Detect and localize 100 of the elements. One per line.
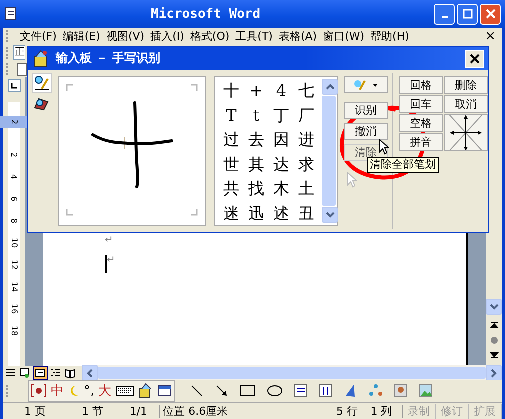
scrollbar[interactable] [321,77,337,225]
candidate-character[interactable]: 十 [219,79,244,104]
diagram-icon[interactable] [368,384,383,398]
candidate-character[interactable]: T [219,104,244,128]
scroll-right-button[interactable] [486,365,502,381]
page-indicator: 1 页 [23,404,47,418]
chevron-down-icon [326,212,334,218]
scroll-left-button[interactable] [82,365,98,381]
close-icon [470,54,480,64]
candidate-character[interactable]: 共 [219,177,244,202]
pad-key[interactable]: 取消 [444,95,488,113]
candidate-character[interactable]: 4 [269,79,294,104]
section-indicator: 1 节 [81,404,105,418]
candidate-character[interactable]: 过 [219,128,244,152]
rectangle-icon[interactable] [240,384,256,398]
pad-button[interactable]: 识别 [344,102,388,119]
minimize-button[interactable] [434,4,455,24]
pad-key[interactable]: 删除 [444,76,488,94]
candidate-character[interactable]: 世 [219,152,244,177]
oval-icon[interactable] [266,384,283,398]
maximize-button[interactable] [457,4,478,24]
minimize-icon [442,16,448,18]
menu-item[interactable]: 窗口(W) [320,28,368,44]
candidate-character[interactable]: 述 [269,202,294,226]
vertical-text-box-icon[interactable] [318,384,333,398]
window-title: 输入板 － 手写识别 [56,50,160,67]
pad-key[interactable]: 回格 [399,76,443,94]
ruler-number: 16 [9,304,20,314]
next-page-icon[interactable] [490,351,498,360]
line-indicator: 5 行 [335,404,359,418]
candidate-character[interactable]: 因 [269,128,294,152]
style-field[interactable]: 正 [13,45,25,60]
document-icon [4,7,18,21]
candidate-character[interactable]: 土 [294,177,319,202]
handwriting-area[interactable] [58,76,206,226]
document-icon[interactable] [17,62,27,76]
arrow-icon[interactable] [214,384,229,398]
candidate-character[interactable]: t [244,104,269,128]
menu-item[interactable]: 插入(I) [148,28,188,44]
candidate-character[interactable]: 去 [244,128,269,152]
pen-icon [353,78,379,90]
wordart-icon[interactable] [344,384,358,398]
window-title: Microsoft Word [151,6,261,22]
menu-item[interactable]: 编辑(E) [60,28,104,44]
menu-item[interactable]: 视图(V) [103,28,148,44]
candidate-character[interactable]: 丑 [294,202,319,226]
menu-item[interactable]: 表格(A) [276,28,320,44]
tab-selector[interactable] [8,79,20,92]
pad-key[interactable]: 拼音 [399,133,443,151]
menu-item[interactable]: 工具(T) [232,28,276,44]
candidate-character[interactable]: 七 [294,79,319,104]
candidate-character[interactable]: 达 [269,152,294,177]
candidate-character[interactable]: 丁 [269,104,294,128]
candidate-character[interactable]: 木 [269,177,294,202]
arrow-keys-icon[interactable] [444,114,488,151]
candidate-character[interactable]: 找 [244,177,269,202]
pad-key[interactable]: 空格 [399,114,443,132]
pad-key[interactable]: 回车 [399,95,443,113]
clip-art-icon[interactable] [394,384,408,398]
candidate-character[interactable]: + [244,79,269,104]
line-icon[interactable] [190,384,204,398]
menu-item[interactable]: 帮助(H) [368,28,412,44]
web-page-icon [20,368,31,378]
menu-item[interactable]: 文件(F) [17,28,60,44]
punctuation-toggle[interactable]: °, [84,384,95,398]
candidate-character[interactable]: 厂 [294,104,319,128]
scroll-up-button[interactable] [322,79,338,95]
view-button[interactable] [33,366,48,380]
browse-object-icon[interactable] [490,336,498,345]
keyboard-icon[interactable] [116,386,134,396]
ruler-number: 12 [9,260,20,270]
image-icon[interactable] [418,384,433,398]
chevron-down-icon [490,304,498,310]
input-pad-icon[interactable] [138,383,154,399]
scroll-down-button[interactable] [486,299,502,315]
text-box-icon[interactable] [294,384,308,398]
close-document-button[interactable]: × [485,28,496,44]
candidate-character[interactable]: 迷 [219,202,244,226]
candidate-character[interactable]: 迅 [244,202,269,226]
pointer-icon [379,139,389,155]
candidate-character[interactable]: 其 [244,152,269,177]
close-button[interactable] [465,50,484,68]
input-pad-icon [32,50,50,68]
candidate-character[interactable]: 进 [294,128,319,152]
candidate-character[interactable]: 求 [294,152,319,177]
tooltip: 清除全部笔划 [367,157,439,173]
ruler-number: 6 [9,196,20,202]
horizontal-scrollbar[interactable] [82,365,502,381]
input-mode-toggle[interactable]: 中 [51,382,64,400]
window-icon[interactable] [158,384,172,398]
scroll-down-button[interactable] [322,207,338,223]
page-icon [35,368,46,378]
previous-page-icon[interactable] [490,321,498,330]
width-toggle[interactable]: 大 [98,382,112,400]
paragraph-mark: ↵ [107,255,116,266]
ime-logo-icon[interactable] [31,383,47,399]
text-cursor [105,255,107,273]
menu-item[interactable]: 格式(O) [187,28,233,44]
handwriting-mode-icon[interactable] [32,73,52,93]
pad-button[interactable]: 撤消 [344,123,388,140]
